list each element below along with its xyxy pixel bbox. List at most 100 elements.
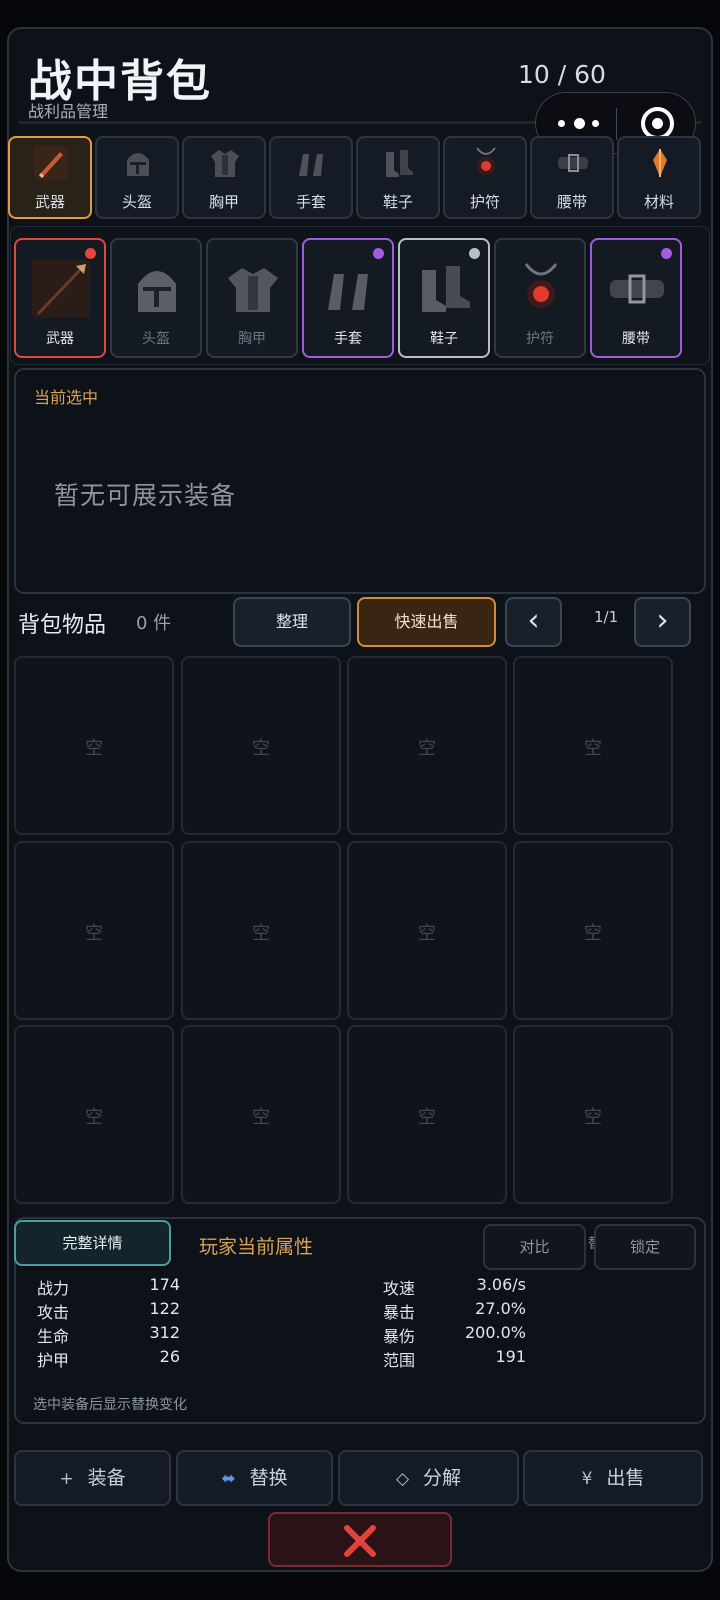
bag-cell[interactable]: 空 [513,656,673,835]
tab-label: 鞋子 [382,193,413,211]
empty-selection-text: 暂无可展示装备 [54,481,237,510]
stat-value: 122 [149,1299,180,1318]
bag-items-title: 背包物品 [18,613,107,638]
belt-icon [558,154,588,172]
bag-cell[interactable]: 空 [513,1025,673,1204]
equip-slot-gloves[interactable]: 手套 [302,238,394,358]
capsule-divider [616,108,617,140]
stat-value: 312 [149,1323,180,1342]
stats-hint-text: 选中装备后显示替换变化 [33,1397,187,1413]
rarity-dot [469,248,480,259]
equip-slot-belt[interactable]: 腰带 [590,238,682,358]
dismantle-button-label: 分解 [423,1467,462,1489]
tab-label: 护符 [469,193,500,211]
bag-capacity: 10 / 60 [518,60,606,89]
stat-name: 暴伤 [383,1327,416,1346]
chest-armor-icon [228,268,278,312]
tab-amulet[interactable]: 护符 [443,136,527,219]
boots-icon [386,150,413,177]
slot-label: 头盔 [142,331,170,347]
tab-helmet[interactable]: 头盔 [95,136,179,219]
page-indicator: 1/1 [594,608,619,626]
helmet-icon [127,153,149,176]
tab-belt[interactable]: 腰带 [530,136,614,219]
amulet-icon [524,263,558,308]
stat-value: 200.0% [464,1323,526,1342]
stat-value: 174 [149,1275,180,1294]
empty-cell-label: 空 [252,738,270,759]
empty-cell-label: 空 [85,1107,103,1128]
bag-cell[interactable]: 空 [181,656,341,835]
equip-slot-chest[interactable]: 胸甲 [206,238,298,358]
boots-icon [422,266,470,312]
bag-cell[interactable]: 空 [347,1025,507,1204]
full-details-button[interactable]: 完整详情 [14,1220,171,1266]
stat-value: 26 [159,1347,180,1366]
tab-materials[interactable]: 材料 [617,136,701,219]
slot-label: 武器 [46,331,74,347]
tab-label: 胸甲 [208,193,239,211]
equip-slot-helmet[interactable]: 头盔 [110,238,202,358]
slot-label: 护符 [526,331,554,347]
sword-icon [34,146,68,180]
tab-label: 材料 [643,193,674,211]
stat-name: 战力 [37,1279,70,1298]
equip-button-label: 装备 [87,1467,126,1489]
empty-cell-label: 空 [85,923,103,944]
current-selection-label: 当前选中 [34,388,99,407]
sell-button[interactable]: ¥ 出售 [523,1450,703,1506]
swap-button-label: 替换 [249,1467,288,1489]
stat-value: 27.0% [475,1299,526,1318]
bag-cell[interactable]: 空 [347,841,507,1020]
stat-name: 生命 [37,1327,70,1346]
stat-name: 范围 [383,1351,416,1370]
close-button[interactable] [268,1512,452,1567]
compare-button[interactable]: 对比 [483,1224,586,1270]
empty-cell-label: 空 [418,1107,436,1128]
equip-button[interactable]: + 装备 [14,1450,171,1506]
tab-label: 腰带 [556,193,587,211]
sort-button[interactable]: 整理 [233,597,351,647]
bag-cell[interactable]: 空 [513,841,673,1020]
tab-chest[interactable]: 胸甲 [182,136,266,219]
tab-label: 武器 [34,193,65,211]
stat-name: 护甲 [37,1351,70,1370]
empty-cell-label: 空 [584,738,602,759]
stat-name: 暴击 [383,1303,416,1322]
swap-button[interactable]: ⬌ 替换 [176,1450,333,1506]
spear-icon [32,260,90,318]
bag-cell[interactable]: 空 [181,1025,341,1204]
tab-label: 手套 [295,193,326,211]
close-x-icon [344,1525,376,1557]
quick-sell-button[interactable]: 快速出售 [357,597,496,647]
slot-label: 腰带 [622,331,650,347]
slot-label: 鞋子 [430,331,458,347]
bag-cell[interactable]: 空 [14,841,174,1020]
amulet-icon [476,147,496,175]
tab-boots[interactable]: 鞋子 [356,136,440,219]
equip-slot-weapon[interactable]: 武器 [14,238,106,358]
more-menu-icon[interactable] [558,107,618,137]
bag-cell[interactable]: 空 [347,656,507,835]
bag-cell[interactable]: 空 [181,841,341,1020]
bag-cell[interactable]: 空 [14,1025,174,1204]
next-page-button[interactable]: › [634,597,691,647]
stat-name: 攻击 [37,1303,70,1322]
empty-cell-label: 空 [584,923,602,944]
equip-slot-amulet[interactable]: 护符 [494,238,586,358]
bag-cell[interactable]: 空 [14,656,174,835]
tab-gloves[interactable]: 手套 [269,136,353,219]
prev-page-button[interactable]: ‹ [505,597,562,647]
gloves-icon [328,274,368,310]
lock-button[interactable]: 锁定 [594,1224,696,1270]
slot-label: 手套 [334,331,362,347]
stat-value: 3.06/s [476,1275,526,1294]
dismantle-button[interactable]: ◇ 分解 [338,1450,519,1506]
empty-cell-label: 空 [418,923,436,944]
diamond-icon: ◇ [395,1469,410,1489]
tab-weapon[interactable]: 武器 [8,136,92,219]
equip-slot-boots[interactable]: 鞋子 [398,238,490,358]
current-selection-panel: 当前选中 暂无可展示装备 [14,368,706,594]
empty-cell-label: 空 [252,923,270,944]
empty-cell-label: 空 [252,1107,270,1128]
